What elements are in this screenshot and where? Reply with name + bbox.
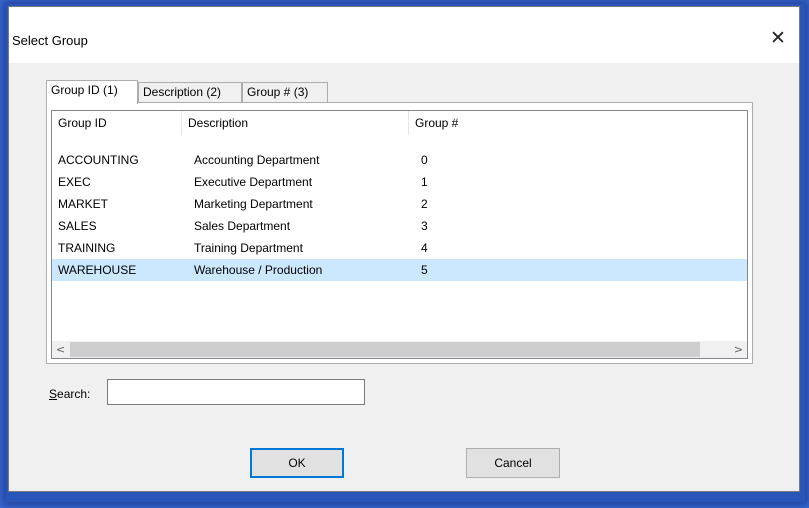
column-header-group-number[interactable]: Group # xyxy=(409,111,539,135)
column-header-group-id[interactable]: Group ID xyxy=(52,111,182,135)
cell-description: Executive Department xyxy=(194,175,313,189)
search-label: Search: xyxy=(49,387,90,401)
cell-group-id: ACCOUNTING xyxy=(58,153,139,167)
cell-group-number: 1 xyxy=(421,175,428,189)
column-header-description[interactable]: Description xyxy=(182,111,409,135)
scrollbar-thumb[interactable] xyxy=(70,342,700,357)
table-row[interactable]: TRAINING Training Department 4 xyxy=(52,237,747,259)
cell-description: Marketing Department xyxy=(194,197,313,211)
horizontal-scrollbar[interactable]: < > xyxy=(52,341,747,358)
list-header: Group ID Description Group # xyxy=(52,111,747,135)
cell-group-id: TRAINING xyxy=(58,241,116,255)
close-icon[interactable]: ✕ xyxy=(767,27,789,49)
cell-description: Warehouse / Production xyxy=(194,263,323,277)
dialog-title: Select Group xyxy=(12,33,88,48)
cell-group-id: EXEC xyxy=(58,175,91,189)
cell-group-number: 4 xyxy=(421,241,428,255)
group-list[interactable]: Group ID Description Group # ACCOUNTING … xyxy=(51,110,748,359)
tab-group-id[interactable]: Group ID (1) xyxy=(46,80,138,104)
cell-description: Accounting Department xyxy=(194,153,320,167)
cell-group-id: WAREHOUSE xyxy=(58,263,137,277)
cell-group-id: SALES xyxy=(58,219,97,233)
tab-group-number[interactable]: Group # (3) xyxy=(242,82,328,102)
tab-description[interactable]: Description (2) xyxy=(138,82,242,102)
cancel-button[interactable]: Cancel xyxy=(466,448,560,478)
chevron-right-icon[interactable]: > xyxy=(730,341,747,358)
cell-group-id: MARKET xyxy=(58,197,109,211)
table-row[interactable]: SALES Sales Department 3 xyxy=(52,215,747,237)
ok-button[interactable]: OK xyxy=(250,448,344,478)
cell-description: Sales Department xyxy=(194,219,291,233)
table-row[interactable]: ACCOUNTING Accounting Department 0 xyxy=(52,149,747,171)
title-bar: Select Group ✕ xyxy=(9,7,799,63)
chevron-left-icon[interactable]: < xyxy=(52,341,69,358)
cell-description: Training Department xyxy=(194,241,303,255)
table-row[interactable]: MARKET Marketing Department 2 xyxy=(52,193,747,215)
search-input[interactable] xyxy=(107,379,365,405)
select-group-dialog: Select Group ✕ Group ID (1) Description … xyxy=(8,6,800,492)
cell-group-number: 3 xyxy=(421,219,428,233)
cell-group-number: 2 xyxy=(421,197,428,211)
table-row-selected[interactable]: WAREHOUSE Warehouse / Production 5 xyxy=(52,259,747,281)
tab-panel: Group ID Description Group # ACCOUNTING … xyxy=(46,102,753,364)
search-label-text: earch: xyxy=(57,387,91,401)
search-label-accelerator: S xyxy=(49,387,58,401)
cell-group-number: 0 xyxy=(421,153,428,167)
table-row[interactable]: EXEC Executive Department 1 xyxy=(52,171,747,193)
cell-group-number: 5 xyxy=(421,263,428,277)
